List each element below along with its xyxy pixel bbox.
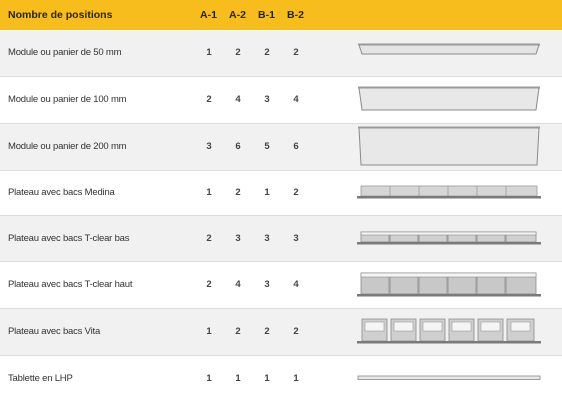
value-a2: 3	[235, 233, 241, 244]
value-b2: 3	[293, 233, 299, 244]
header-b2: B-2	[287, 9, 304, 21]
row-label: Plateau avec bacs Medina	[8, 187, 115, 198]
value-a2: 4	[235, 279, 241, 290]
tclear-low-bins-tray-icon	[357, 231, 541, 245]
value-a1: 2	[206, 233, 212, 244]
row-divider	[0, 308, 562, 309]
value-a1: 3	[206, 141, 212, 152]
header-a1: A-1	[200, 9, 217, 21]
row-divider	[0, 355, 562, 356]
row-label: Plateau avec bacs T-clear haut	[8, 279, 133, 290]
table-row: Plateau avec bacs T-clear bas 2 3 3 3	[0, 216, 562, 261]
table-row: Module ou panier de 50 mm 1 2 2 2	[0, 31, 562, 76]
table-row: Tablette en LHP 1 1 1 1	[0, 356, 562, 400]
tray-100mm-icon	[358, 86, 540, 111]
table-header: Nombre de positions A-1 A-2 B-1 B-2	[0, 0, 562, 30]
header-positions-label: Nombre de positions	[8, 9, 113, 21]
value-a1: 1	[206, 47, 212, 58]
row-label: Module ou panier de 50 mm	[8, 47, 122, 58]
value-b1: 3	[264, 279, 270, 290]
row-label: Module ou panier de 100 mm	[8, 94, 127, 105]
positions-table: Nombre de positions A-1 A-2 B-1 B-2 Modu…	[0, 0, 562, 400]
table-row: Plateau avec bacs Medina 1 2 1 2	[0, 171, 562, 215]
value-b1: 5	[264, 141, 270, 152]
value-b1: 2	[264, 47, 270, 58]
value-b1: 2	[264, 326, 270, 337]
tray-200mm-icon	[358, 126, 540, 166]
row-divider	[0, 215, 562, 216]
value-a2: 6	[235, 141, 241, 152]
header-a2: A-2	[229, 9, 246, 21]
row-label: Tablette en LHP	[8, 373, 73, 384]
row-label: Module ou panier de 200 mm	[8, 141, 127, 152]
row-divider	[0, 261, 562, 262]
value-a1: 1	[206, 326, 212, 337]
table-row: Module ou panier de 200 mm 3 6 5 6	[0, 124, 562, 170]
value-b1: 1	[264, 187, 270, 198]
tray-50mm-icon	[358, 43, 540, 55]
table-row: Module ou panier de 100 mm 2 4 3 4	[0, 77, 562, 123]
table-row: Plateau avec bacs Vita 1 2 2 2	[0, 309, 562, 355]
value-b2: 4	[293, 94, 299, 105]
value-a1: 2	[206, 279, 212, 290]
value-b1: 3	[264, 233, 270, 244]
medina-bins-tray-icon	[357, 185, 541, 199]
value-b2: 2	[293, 326, 299, 337]
row-label: Plateau avec bacs T-clear bas	[8, 233, 130, 244]
value-a2: 2	[235, 326, 241, 337]
lhp-shelf-icon	[357, 375, 541, 380]
value-a1: 1	[206, 187, 212, 198]
value-b2: 1	[293, 373, 299, 384]
value-a2: 2	[235, 187, 241, 198]
value-a2: 2	[235, 47, 241, 58]
value-a2: 1	[235, 373, 241, 384]
row-label: Plateau avec bacs Vita	[8, 326, 101, 337]
value-a1: 1	[206, 373, 212, 384]
row-divider	[0, 76, 562, 77]
value-a2: 4	[235, 94, 241, 105]
tclear-high-bins-tray-icon	[357, 272, 541, 297]
value-b2: 4	[293, 279, 299, 290]
value-b2: 2	[293, 47, 299, 58]
value-a1: 2	[206, 94, 212, 105]
value-b2: 6	[293, 141, 299, 152]
value-b2: 2	[293, 187, 299, 198]
row-divider	[0, 123, 562, 124]
value-b1: 1	[264, 373, 270, 384]
value-b1: 3	[264, 94, 270, 105]
table-row: Plateau avec bacs T-clear haut 2 4 3 4	[0, 262, 562, 308]
row-divider	[0, 170, 562, 171]
vita-bins-tray-icon	[357, 318, 541, 344]
header-b1: B-1	[258, 9, 275, 21]
